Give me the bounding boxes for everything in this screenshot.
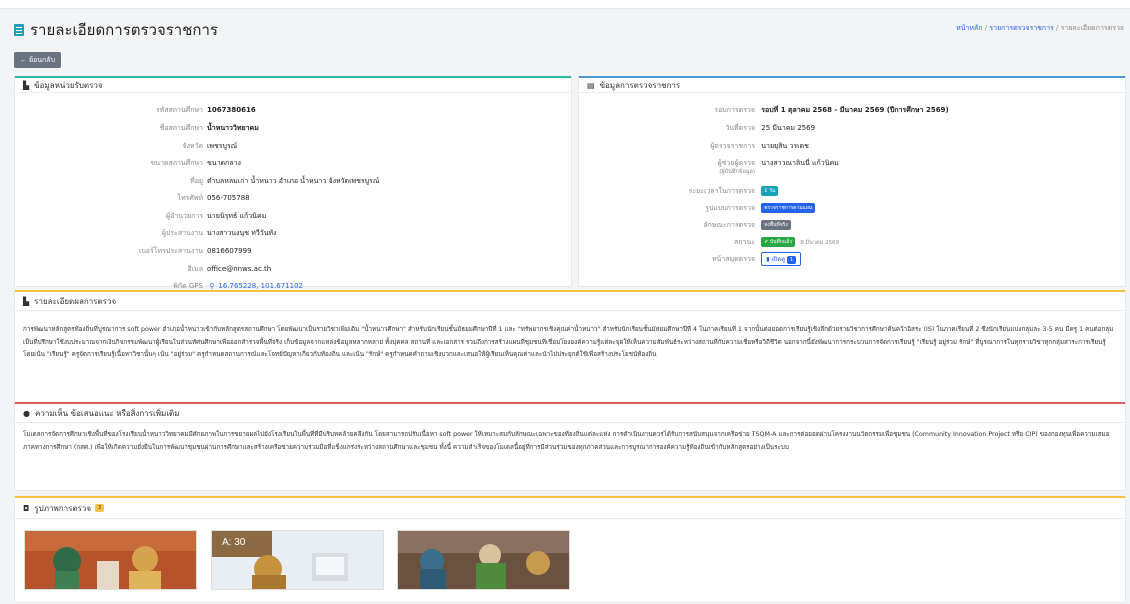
school-row: ที่อยู่ ตำบลหลมเก่า น้ำหนาว อำเภอ น้ำหนาว… bbox=[15, 176, 379, 187]
row-label: ชื่อสถานศึกษา bbox=[159, 124, 203, 132]
date-value: 25 มีนาคม 2569 bbox=[761, 124, 816, 132]
type-badge: ลงพื้นที่จริง bbox=[761, 220, 791, 230]
inspection-photo-3[interactable] bbox=[397, 530, 570, 590]
status-label: สถานะ bbox=[734, 238, 755, 246]
row-label: ขนาดสถานศึกษา bbox=[150, 159, 204, 167]
row-value: office@nnws.ac.th bbox=[207, 265, 272, 273]
date-row: วันที่ตรวจ 25 มีนาคม 2569 bbox=[579, 123, 815, 134]
card-title: รายละเอียดผลการตรวจ bbox=[34, 296, 117, 306]
status-badge: ✔ บันทึกแล้ว bbox=[761, 237, 796, 247]
row-value: 056-705788 bbox=[207, 194, 250, 202]
card-title: ข้อมูลการตรวจราชการ bbox=[599, 80, 681, 90]
school-row: ผู้ประสานงาน นางสาวนงนุช ทวีวันทัง bbox=[15, 228, 277, 239]
inspection-photo-2[interactable]: A: 30 bbox=[211, 530, 384, 590]
school-row: เบอร์โทรประสานงาน 0816607999 bbox=[15, 246, 252, 257]
back-button[interactable]: ← ย้อนกลับ bbox=[14, 52, 62, 68]
duration-row: ระยะเวลาในการตรวจ 1 วัน bbox=[579, 186, 779, 197]
photo-count-badge: 3 bbox=[95, 504, 105, 512]
round-row: รอบการตรวจ รอบที่ 1 ตุลาคม 2568 - มีนาคม… bbox=[579, 105, 949, 116]
doc-row: หน้าสมุดตรวจ ▮ เปิดดู 1 bbox=[579, 252, 802, 266]
row-value: นางสาวนงนุช ทวีวันทัง bbox=[207, 229, 277, 237]
breadcrumb-list[interactable]: รายการตรวจราชการ bbox=[989, 24, 1053, 32]
comment-text: โมเดลการจัดการศึกษาเชิงพื้นที่ของโรงเรีย… bbox=[23, 431, 1110, 451]
clipboard-icon: ▤ bbox=[587, 80, 595, 90]
school-row: ชื่อสถานศึกษา น้ำหนาววิทยาคม bbox=[15, 123, 259, 134]
school-row: โทรศัพท์ 056-705788 bbox=[15, 193, 250, 204]
row-value: ตำบลหลมเก่า น้ำหนาว อำเภอ น้ำหนาว จังหวั… bbox=[207, 177, 380, 185]
camera-icon: ◘ bbox=[23, 503, 30, 513]
doc-label: หน้าสมุดตรวจ bbox=[711, 255, 755, 263]
doc-count-badge: 1 bbox=[787, 255, 797, 264]
comment-card: ● ความเห็น ข้อเสนอแนะ หรือสิ่งการเพิ่มเต… bbox=[14, 402, 1126, 491]
inspection-photo-1[interactable] bbox=[24, 530, 197, 590]
format-row: รูปแบบการตรวจ ตรวจราชการตามแผน bbox=[579, 203, 816, 214]
card-header: ▙ รายละเอียดผลการตรวจ bbox=[15, 292, 1125, 311]
format-badge: ตรวจราชการตามแผน bbox=[761, 203, 816, 213]
duration-label: ระยะเวลาในการตรวจ bbox=[688, 187, 755, 195]
row-label: เบอร์โทรประสานงาน bbox=[138, 247, 203, 255]
inspector-value: นายยุสิน วรเดช bbox=[761, 142, 809, 150]
row-value: 0816607999 bbox=[207, 247, 252, 255]
school-info-card: ▙ ข้อมูลหน่วยรับตรวจ รหัสสถานศึกษา 106738… bbox=[14, 76, 572, 290]
inspector-label: ผู้ตรวจราชการ bbox=[710, 142, 755, 150]
row-label: ที่อยู่ bbox=[190, 177, 203, 185]
breadcrumb: หน้าหลัก / รายการตรวจราชการ / รายละเอียด… bbox=[956, 23, 1124, 34]
comment-icon: ● bbox=[23, 408, 30, 418]
gps-link[interactable]: 16.765228, 101.671102 bbox=[218, 282, 303, 290]
breadcrumb-home[interactable]: หน้าหลัก bbox=[956, 24, 982, 32]
building-icon: ▙ bbox=[23, 80, 30, 90]
duration-badge: 1 วัน bbox=[761, 186, 779, 196]
school-row: รหัสสถานศึกษา 1067380616 bbox=[15, 105, 256, 116]
book-icon: ▮ bbox=[766, 256, 770, 263]
top-bar bbox=[0, 0, 1130, 9]
result-text: การพัฒนาหลักสูตรท้องถิ่นที่บูรณาการ soft… bbox=[23, 326, 1114, 358]
row-value: 1067380616 bbox=[207, 106, 256, 114]
school-row: จังหวัด เพชรบูรณ์ bbox=[15, 141, 237, 152]
type-row: ลักษณะการตรวจ ลงพื้นที่จริง bbox=[579, 220, 791, 231]
card-title: ความเห็น ข้อเสนอแนะ หรือสิ่งการเพิ่มเติม bbox=[34, 408, 180, 418]
inspection-info-card: ▤ ข้อมูลการตรวจราชการ รอบการตรวจ รอบที่ … bbox=[578, 76, 1126, 287]
inspector-row: ผู้ตรวจราชการ นายยุสิน วรเดช bbox=[579, 141, 809, 152]
open-doc-label: เปิดดู bbox=[771, 256, 786, 263]
row-label: รหัสสถานศึกษา bbox=[155, 106, 203, 114]
round-value: รอบที่ 1 ตุลาคม 2568 - มีนาคม 2569 (ปีกา… bbox=[761, 106, 949, 114]
school-row: อีเมล office@nnws.ac.th bbox=[15, 264, 271, 275]
card-header: ◘ รูปภาพการตรวจ 3 bbox=[15, 498, 1125, 519]
status-date: 8 มีนาคม 2569 bbox=[800, 240, 840, 246]
breadcrumb-current: รายละเอียดการตรวจ bbox=[1060, 24, 1124, 32]
row-value: น้ำหนาววิทยาคม bbox=[207, 124, 259, 132]
type-label: ลักษณะการตรวจ bbox=[703, 221, 755, 229]
status-row: สถานะ ✔ บันทึกแล้ว 8 มีนาคม 2569 bbox=[579, 237, 839, 248]
round-label: รอบการตรวจ bbox=[714, 106, 755, 114]
result-card: ▙ รายละเอียดผลการตรวจ การพัฒนาหลักสูตรท้… bbox=[14, 290, 1126, 405]
photo-sign-text: A: 30 bbox=[222, 537, 246, 548]
open-doc-button[interactable]: ▮ เปิดดู 1 bbox=[761, 252, 802, 266]
row-value: นายนิรุทธ์ แก้วนิคม bbox=[207, 212, 267, 220]
school-row: ผู้อำนวยการ นายนิรุทธ์ แก้วนิคม bbox=[15, 211, 266, 222]
row-value: ขนาดกลาง bbox=[207, 159, 241, 167]
assistant-sublabel: (ผู้บันทึกข้อมูล) bbox=[719, 169, 755, 175]
row-label: ผู้ประสานงาน bbox=[161, 229, 203, 237]
page-title: รายละเอียดการตรวจราชการ bbox=[30, 21, 218, 39]
assistant-sub-row: (ผู้บันทึกข้อมูล) bbox=[579, 168, 755, 176]
format-label: รูปแบบการตรวจ bbox=[705, 204, 755, 212]
breadcrumb-separator: / bbox=[1053, 24, 1061, 32]
card-header: ● ความเห็น ข้อเสนอแนะ หรือสิ่งการเพิ่มเต… bbox=[15, 404, 1125, 423]
school-row: ขนาดสถานศึกษา ขนาดกลาง bbox=[15, 158, 241, 169]
row-label: ผู้อำนวยการ bbox=[166, 212, 203, 220]
list-icon bbox=[14, 24, 24, 36]
map-pin-icon: ⚲ bbox=[207, 282, 215, 290]
row-value: เพชรบูรณ์ bbox=[207, 142, 238, 150]
assistant-value: นางสาวณาลินนี่ แก้วนิคม bbox=[761, 159, 839, 167]
date-label: วันที่ตรวจ bbox=[725, 124, 755, 132]
row-label: อีเมล bbox=[187, 265, 203, 273]
row-label: จังหวัด bbox=[182, 142, 203, 150]
file-icon: ▙ bbox=[23, 296, 30, 306]
card-title: รูปภาพการตรวจ bbox=[34, 503, 92, 513]
card-header: ▤ ข้อมูลการตรวจราชการ bbox=[579, 78, 1125, 93]
card-title: ข้อมูลหน่วยรับตรวจ bbox=[34, 80, 103, 90]
card-header: ▙ ข้อมูลหน่วยรับตรวจ bbox=[15, 78, 571, 93]
row-label: โทรศัพท์ bbox=[177, 194, 203, 202]
